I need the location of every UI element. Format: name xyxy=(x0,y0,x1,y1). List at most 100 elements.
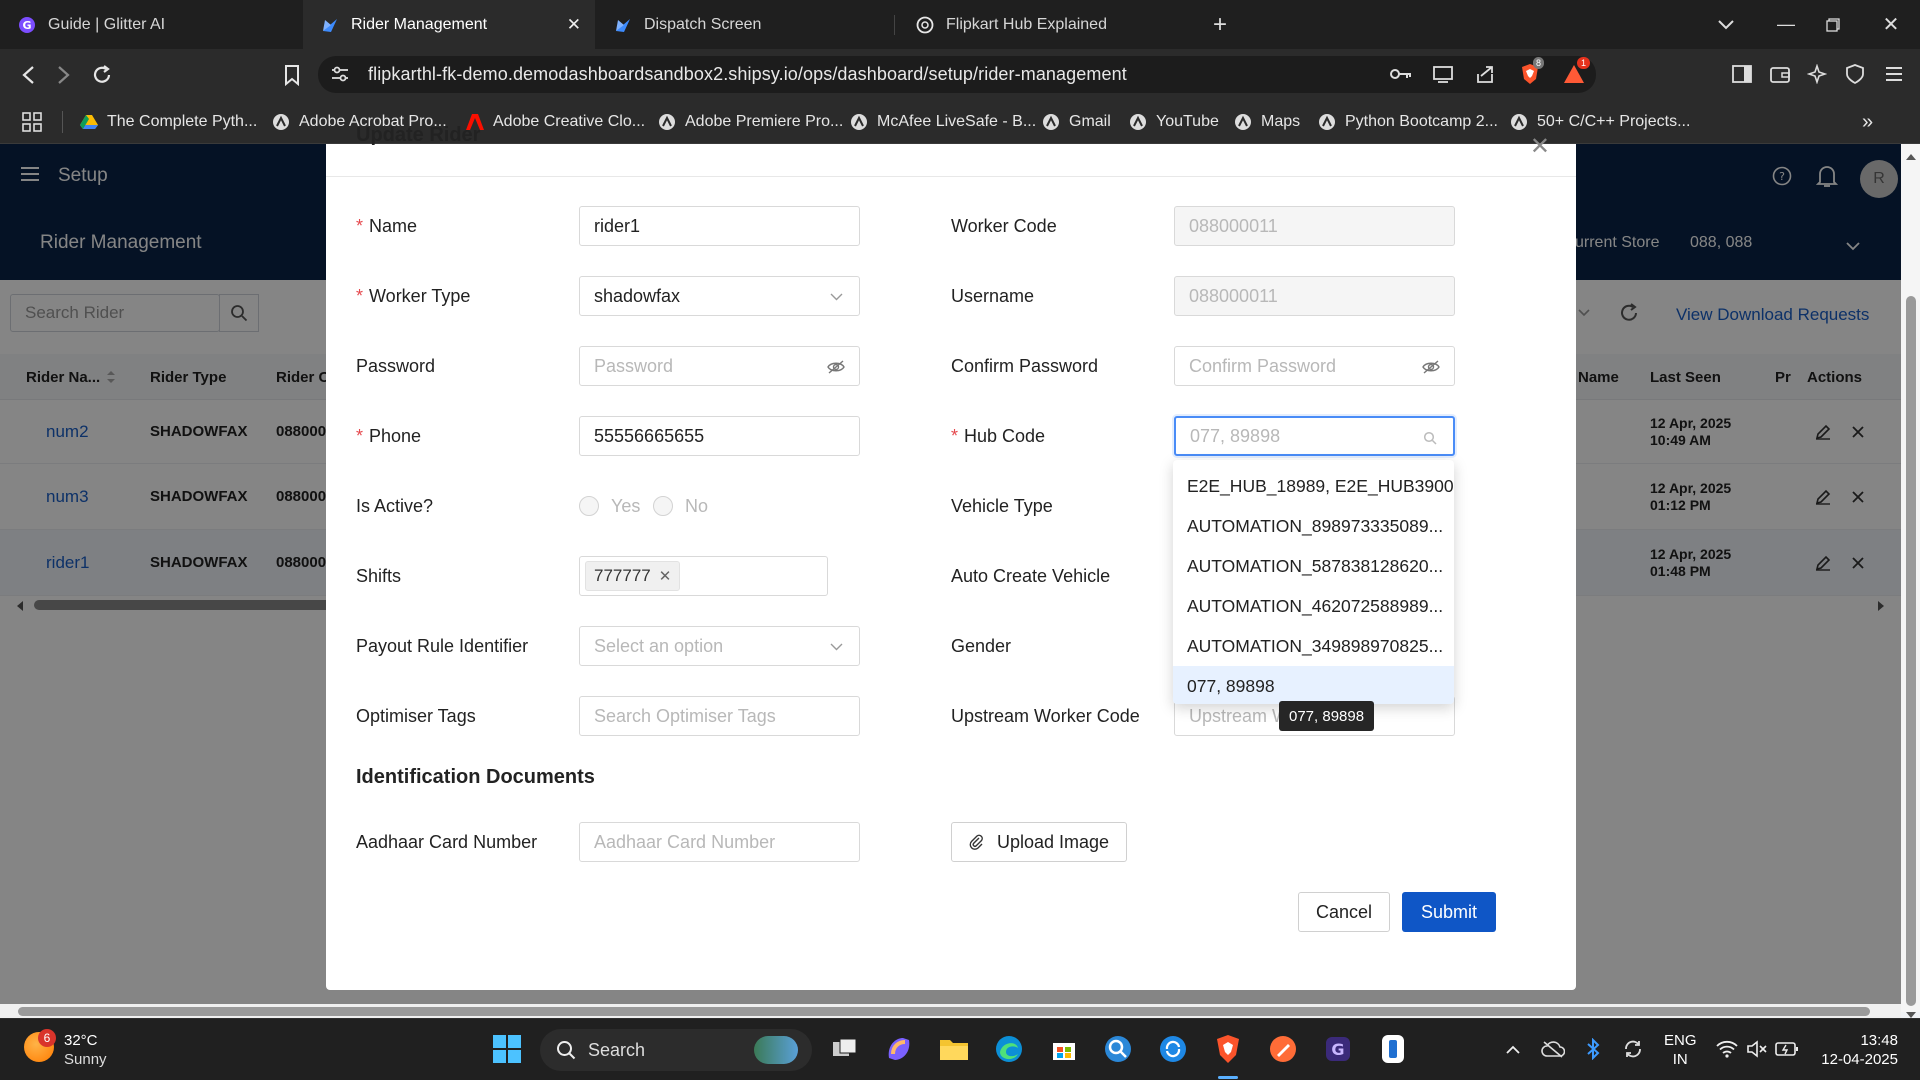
paperclip-icon xyxy=(969,834,985,850)
modal-title: Update Rider xyxy=(356,124,481,146)
modal-divider xyxy=(326,176,1576,177)
site-settings-icon[interactable] xyxy=(330,65,350,88)
bookmark-youtube[interactable]: YouTube xyxy=(1129,100,1219,144)
optimiser-tags-input[interactable]: Search Optimiser Tags xyxy=(579,696,860,736)
wallet-icon[interactable] xyxy=(1769,63,1791,85)
restore-icon[interactable] xyxy=(1809,0,1857,49)
eye-off-icon[interactable] xyxy=(1422,358,1440,376)
task-view-icon[interactable] xyxy=(828,1032,862,1066)
remove-tag-icon[interactable]: ✕ xyxy=(659,567,672,585)
bookmark-creative-cloud[interactable]: Adobe Creative Clo... xyxy=(466,100,645,144)
apps-grid-icon[interactable] xyxy=(22,100,42,144)
taskbar-search[interactable]: Search xyxy=(540,1029,812,1071)
scroll-up-arrow-icon[interactable] xyxy=(1905,148,1917,166)
minimize-icon[interactable]: — xyxy=(1762,0,1810,49)
bookmark-premiere[interactable]: Adobe Premiere Pro... xyxy=(658,100,843,144)
menu-icon[interactable] xyxy=(1883,63,1905,85)
is-active-yes-radio[interactable]: Yes xyxy=(579,486,640,526)
tab-glitter-ai[interactable]: G Guide | Glitter AI xyxy=(0,0,300,49)
volume-muted-icon[interactable] xyxy=(1740,1032,1774,1066)
bookmark-label: Adobe Premiere Pro... xyxy=(685,113,844,130)
glitter-app-icon[interactable]: G xyxy=(1321,1032,1355,1066)
is-active-no-radio[interactable]: No xyxy=(653,486,708,526)
postman-icon[interactable] xyxy=(1266,1032,1300,1066)
openai-logo-icon xyxy=(916,16,934,34)
bluetooth-icon[interactable] xyxy=(1576,1032,1610,1066)
battery-icon[interactable] xyxy=(1770,1032,1804,1066)
name-input[interactable]: rider1 xyxy=(579,206,860,246)
bookmark-maps[interactable]: Maps xyxy=(1234,100,1300,144)
page-vertical-scrollbar[interactable] xyxy=(1906,296,1916,1006)
leo-ai-icon[interactable] xyxy=(1806,63,1828,85)
payout-rule-placeholder: Select an option xyxy=(594,635,724,656)
new-tab-icon[interactable]: + xyxy=(1196,0,1244,49)
clock-date[interactable]: 12-04-2025 xyxy=(1812,1050,1898,1069)
auto-create-vehicle-label: Auto Create Vehicle xyxy=(951,565,1111,586)
page-horizontal-scrollbar[interactable] xyxy=(18,1007,1870,1016)
brave-rewards-icon[interactable]: 1 xyxy=(1563,57,1591,85)
worker-type-select[interactable]: shadowfax xyxy=(579,276,860,316)
tab-rider-management[interactable]: Rider Management ✕ xyxy=(303,0,595,49)
phone-input[interactable]: 55556665655 xyxy=(579,416,860,456)
share-icon[interactable] xyxy=(1474,63,1496,85)
payout-rule-select[interactable]: Select an option xyxy=(579,626,860,666)
vpn-shield-icon[interactable] xyxy=(1844,63,1866,85)
microsoft-store-icon[interactable] xyxy=(1047,1032,1081,1066)
bookmark-gmail[interactable]: Gmail xyxy=(1042,100,1111,144)
hub-option-highlighted[interactable]: 077, 89898 xyxy=(1173,666,1454,704)
password-key-icon[interactable] xyxy=(1390,63,1412,85)
hub-option[interactable]: AUTOMATION_462072588989... xyxy=(1173,586,1454,626)
wifi-icon[interactable] xyxy=(1710,1032,1744,1066)
password-input[interactable]: Password xyxy=(579,346,860,386)
submit-button[interactable]: Submit xyxy=(1402,892,1496,932)
close-tab-icon[interactable]: ✕ xyxy=(567,15,581,35)
reload-icon[interactable] xyxy=(86,59,118,91)
cloud-offline-icon[interactable] xyxy=(1536,1032,1570,1066)
tab-search-chevron-icon[interactable] xyxy=(1702,0,1750,49)
hub-option[interactable]: AUTOMATION_898973335089... xyxy=(1173,506,1454,546)
show-hidden-icons-chevron-icon[interactable] xyxy=(1496,1032,1530,1066)
copilot-icon[interactable] xyxy=(882,1032,916,1066)
more-bookmarks-icon[interactable]: » xyxy=(1862,100,1873,144)
cast-icon[interactable] xyxy=(1432,63,1454,85)
hub-code-search-input[interactable]: 077, 89898 xyxy=(1174,416,1455,456)
glitter-logo-icon: G xyxy=(18,16,36,34)
aadhaar-input[interactable]: Aadhaar Card Number xyxy=(579,822,860,862)
language-bottom[interactable]: IN xyxy=(1664,1050,1697,1069)
sidebar-toggle-icon[interactable] xyxy=(1731,63,1753,85)
windows-start-icon[interactable] xyxy=(490,1032,524,1066)
language-top[interactable]: ENG xyxy=(1664,1031,1697,1050)
bookmark-python-bootcamp[interactable]: Python Bootcamp 2... xyxy=(1318,100,1498,144)
globe-icon xyxy=(850,113,868,131)
payout-rule-label: Payout Rule Identifier xyxy=(356,635,529,656)
eye-off-icon[interactable] xyxy=(827,358,845,376)
upload-image-button[interactable]: Upload Image xyxy=(951,822,1127,862)
hub-option[interactable]: AUTOMATION_587838128620... xyxy=(1173,546,1454,586)
app-icon[interactable] xyxy=(1376,1032,1410,1066)
hub-option[interactable]: AUTOMATION_349898970825... xyxy=(1173,626,1454,666)
sync-status-icon[interactable] xyxy=(1616,1032,1650,1066)
file-explorer-icon[interactable] xyxy=(937,1032,971,1066)
required-asterisk: * xyxy=(356,425,364,446)
required-asterisk: * xyxy=(356,215,364,236)
tab-flipkart-hub[interactable]: Flipkart Hub Explained xyxy=(898,0,1193,49)
close-icon[interactable]: ✕ xyxy=(1530,132,1550,161)
bookmark-mcafee[interactable]: McAfee LiveSafe - B... xyxy=(850,100,1036,144)
hub-option[interactable]: E2E_HUB_18989, E2E_HUB39007 xyxy=(1173,466,1454,506)
close-window-icon[interactable]: ✕ xyxy=(1867,0,1915,49)
sync-app-icon[interactable] xyxy=(1156,1032,1190,1066)
back-icon[interactable] xyxy=(12,59,44,91)
edge-browser-icon[interactable] xyxy=(992,1032,1026,1066)
clock-time[interactable]: 13:48 xyxy=(1812,1031,1898,1050)
tab-dispatch-screen[interactable]: Dispatch Screen xyxy=(596,0,891,49)
quick-assist-icon[interactable] xyxy=(1101,1032,1135,1066)
confirm-password-input[interactable]: Confirm Password xyxy=(1174,346,1455,386)
bookmark-icon[interactable] xyxy=(276,59,308,91)
cancel-button[interactable]: Cancel xyxy=(1298,892,1390,932)
shifts-select[interactable]: 777777 ✕ xyxy=(579,556,828,596)
brave-shields-icon[interactable]: 8 xyxy=(1519,57,1545,85)
bookmark-python[interactable]: The Complete Pyth... xyxy=(80,100,257,144)
shift-tag: 777777 ✕ xyxy=(585,561,681,591)
forward-icon[interactable] xyxy=(48,59,80,91)
brave-browser-icon[interactable] xyxy=(1211,1032,1245,1066)
